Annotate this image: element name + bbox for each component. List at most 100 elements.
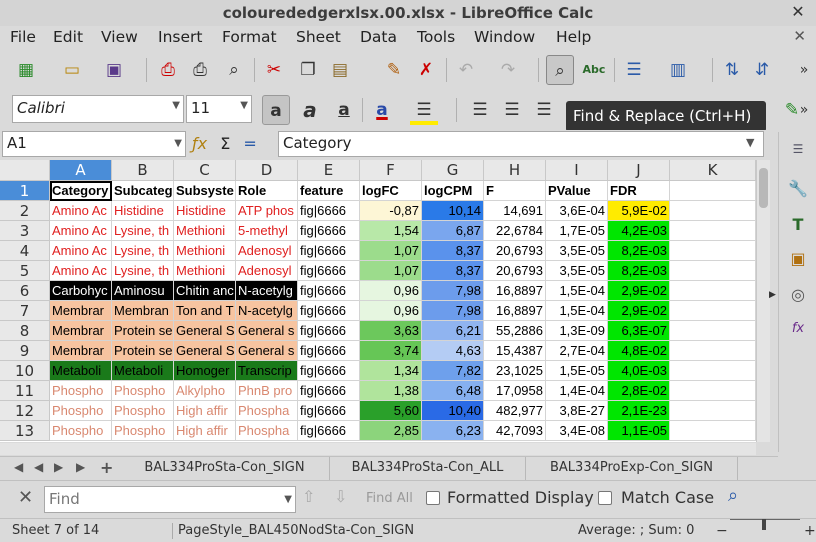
- data-cell[interactable]: 22,6784: [484, 221, 546, 241]
- row-header[interactable]: 3: [0, 221, 50, 241]
- data-cell[interactable]: 10,14: [422, 201, 484, 221]
- data-cell[interactable]: 2,9E-02: [608, 281, 670, 301]
- data-cell[interactable]: 1,3E-09: [546, 321, 608, 341]
- chevron-down-icon[interactable]: ▼: [284, 494, 292, 505]
- menu-view[interactable]: View: [101, 28, 138, 46]
- column-header[interactable]: G: [422, 160, 484, 181]
- data-cell[interactable]: Histidine: [174, 201, 236, 221]
- data-cell[interactable]: Homoger: [174, 361, 236, 381]
- data-cell[interactable]: Membran: [112, 301, 174, 321]
- data-cell[interactable]: 8,2E-03: [608, 241, 670, 261]
- formula-input[interactable]: Category: [278, 131, 764, 157]
- toolbar-overflow-icon[interactable]: »: [790, 55, 816, 85]
- data-cell[interactable]: 8,2E-03: [608, 261, 670, 281]
- data-cell[interactable]: High affir: [174, 421, 236, 441]
- clear-formatting-icon[interactable]: ✗: [412, 55, 440, 85]
- data-cell[interactable]: Phospha: [236, 401, 298, 421]
- data-cell[interactable]: 2,8E-02: [608, 381, 670, 401]
- paste-icon[interactable]: ▤: [326, 55, 354, 85]
- data-cell[interactable]: 3,5E-05: [546, 261, 608, 281]
- data-cell[interactable]: 14,691: [484, 201, 546, 221]
- data-cell[interactable]: [670, 241, 756, 261]
- data-cell[interactable]: General S: [174, 321, 236, 341]
- highlight-color-icon[interactable]: ☰: [410, 95, 438, 125]
- data-cell[interactable]: [670, 361, 756, 381]
- data-cell[interactable]: Phospho: [112, 381, 174, 401]
- function-wizard-icon[interactable]: ƒx: [192, 134, 207, 153]
- data-cell[interactable]: 42,7093: [484, 421, 546, 441]
- header-cell[interactable]: Subsyste: [174, 181, 236, 201]
- data-cell[interactable]: Adenosyl: [236, 241, 298, 261]
- data-cell[interactable]: 1,54: [360, 221, 422, 241]
- data-cell[interactable]: 1,5E-04: [546, 301, 608, 321]
- menu-format[interactable]: Format: [222, 28, 277, 46]
- copy-icon[interactable]: ❐: [294, 55, 322, 85]
- data-cell[interactable]: Histidine: [112, 201, 174, 221]
- column-header[interactable]: H: [484, 160, 546, 181]
- menu-tools[interactable]: Tools: [417, 28, 455, 46]
- formatted-display-checkbox[interactable]: [426, 491, 440, 505]
- data-cell[interactable]: 20,6793: [484, 261, 546, 281]
- data-cell[interactable]: 6,23: [422, 421, 484, 441]
- sheet-tab[interactable]: BAL334ProSta-Con_ALL: [330, 457, 526, 481]
- data-cell[interactable]: 1,5E-04: [546, 281, 608, 301]
- data-cell[interactable]: 3,74: [360, 341, 422, 361]
- redo-icon[interactable]: ↷: [494, 55, 522, 85]
- data-cell[interactable]: 5,60: [360, 401, 422, 421]
- data-cell[interactable]: Phospho: [112, 401, 174, 421]
- previous-sheet-icon[interactable]: ◀: [34, 460, 43, 474]
- data-cell[interactable]: General S: [174, 341, 236, 361]
- row-icon[interactable]: ☰: [620, 55, 648, 85]
- menu-sheet[interactable]: Sheet: [296, 28, 341, 46]
- data-cell[interactable]: 1,1E-05: [608, 421, 670, 441]
- header-cell[interactable]: F: [484, 181, 546, 201]
- data-cell[interactable]: 8,37: [422, 261, 484, 281]
- match-case-checkbox[interactable]: [598, 491, 612, 505]
- data-cell[interactable]: Amino Ac: [50, 261, 112, 281]
- data-cell[interactable]: 5,9E-02: [608, 201, 670, 221]
- data-cell[interactable]: 20,6793: [484, 241, 546, 261]
- formula-icon[interactable]: =: [243, 134, 256, 153]
- chevron-down-icon[interactable]: ▼: [240, 100, 248, 111]
- row-header[interactable]: 7: [0, 301, 50, 321]
- next-sheet-icon[interactable]: ▶: [54, 460, 63, 474]
- data-cell[interactable]: [670, 221, 756, 241]
- font-name-box[interactable]: Calibri ▼: [12, 95, 184, 123]
- data-cell[interactable]: 1,07: [360, 241, 422, 261]
- chevron-down-icon[interactable]: ▼: [172, 100, 180, 111]
- data-cell[interactable]: Phospho: [50, 381, 112, 401]
- menu-help[interactable]: Help: [556, 28, 591, 46]
- header-cell[interactable]: feature: [298, 181, 360, 201]
- data-cell[interactable]: ATP phos: [236, 201, 298, 221]
- data-cell[interactable]: Membrar: [50, 341, 112, 361]
- menu-data[interactable]: Data: [360, 28, 397, 46]
- data-cell[interactable]: [670, 301, 756, 321]
- find-replace-icon[interactable]: ⌕: [546, 55, 574, 85]
- data-cell[interactable]: PhnB pro: [236, 381, 298, 401]
- find-input[interactable]: Find ▼: [44, 486, 296, 513]
- save-icon[interactable]: ▣: [100, 55, 128, 85]
- data-cell[interactable]: Phospho: [50, 401, 112, 421]
- data-cell[interactable]: Chitin anc: [174, 281, 236, 301]
- data-cell[interactable]: fig|6666: [298, 341, 360, 361]
- close-find-icon[interactable]: ✕: [18, 487, 33, 508]
- data-cell[interactable]: -0,87: [360, 201, 422, 221]
- data-cell[interactable]: 3,6E-04: [546, 201, 608, 221]
- data-cell[interactable]: Lysine, th: [112, 261, 174, 281]
- data-cell[interactable]: fig|6666: [298, 401, 360, 421]
- row-header[interactable]: 11: [0, 381, 50, 401]
- find-next-icon[interactable]: ⇩: [334, 487, 347, 506]
- data-cell[interactable]: fig|6666: [298, 241, 360, 261]
- data-cell[interactable]: Phospha: [236, 421, 298, 441]
- align-left-icon[interactable]: ☰: [466, 95, 494, 125]
- column-header[interactable]: J: [608, 160, 670, 181]
- sidebar-collapse-icon[interactable]: ▶: [769, 290, 777, 310]
- row-header[interactable]: 10: [0, 361, 50, 381]
- column-header[interactable]: D: [236, 160, 298, 181]
- data-cell[interactable]: 16,8897: [484, 301, 546, 321]
- header-cell[interactable]: [670, 181, 756, 201]
- column-header[interactable]: E: [298, 160, 360, 181]
- data-cell[interactable]: 3,8E-27: [546, 401, 608, 421]
- gallery-icon[interactable]: ▣: [785, 246, 811, 272]
- data-cell[interactable]: 3,63: [360, 321, 422, 341]
